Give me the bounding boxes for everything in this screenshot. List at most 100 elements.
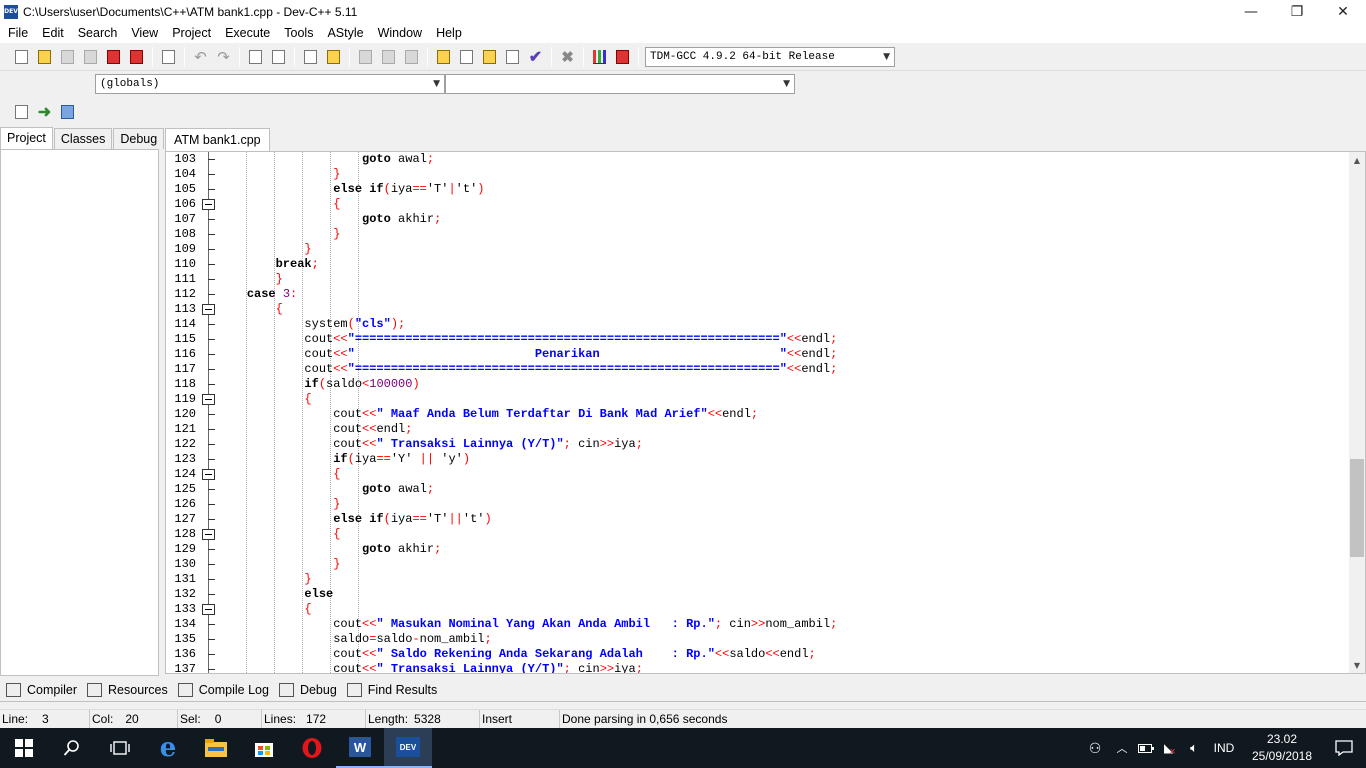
find-icon[interactable] bbox=[246, 47, 266, 67]
windows-start-icon[interactable] bbox=[0, 728, 48, 768]
action-center-icon[interactable] bbox=[1322, 728, 1366, 768]
code-line[interactable]: case 3: bbox=[218, 287, 1349, 302]
code-line[interactable]: { bbox=[218, 392, 1349, 407]
code-line[interactable]: system("cls"); bbox=[218, 317, 1349, 332]
menu-execute[interactable]: Execute bbox=[218, 26, 277, 40]
code-line[interactable]: goto awal; bbox=[218, 482, 1349, 497]
code-editor[interactable]: 103 104 105 106 107 108 109 110 111 112 113 114 115 1… bbox=[165, 151, 1366, 674]
compiler-select[interactable]: TDM-GCC 4.9.2 64-bit Release ▼ bbox=[645, 46, 895, 67]
run-icon[interactable] bbox=[457, 47, 477, 67]
code-line[interactable]: cout<<" Masukan Nominal Yang Akan Anda A… bbox=[218, 617, 1349, 632]
menu-help[interactable]: Help bbox=[429, 26, 469, 40]
close-button[interactable]: ✕ bbox=[1320, 0, 1366, 23]
network-disconnected-icon[interactable]: ◣ ✕ bbox=[1158, 728, 1182, 768]
tab-classes[interactable]: Classes bbox=[53, 128, 113, 149]
file-explorer-icon[interactable] bbox=[192, 728, 240, 768]
code-line[interactable]: goto akhir; bbox=[218, 542, 1349, 557]
code-line[interactable]: cout<<" Transaksi Lainnya (Y/T)"; cin>>i… bbox=[218, 437, 1349, 452]
code-line[interactable]: if(saldo<100000) bbox=[218, 377, 1349, 392]
task-view-icon[interactable] bbox=[96, 728, 144, 768]
code-line[interactable]: { bbox=[218, 467, 1349, 482]
scroll-up-icon[interactable]: ▲ bbox=[1349, 152, 1365, 168]
devcpp-taskbar-icon[interactable]: DEV bbox=[384, 728, 432, 768]
code-line[interactable]: else if(iya=='T'|'t') bbox=[218, 182, 1349, 197]
store-icon[interactable] bbox=[240, 728, 288, 768]
goto-line-icon[interactable] bbox=[301, 47, 321, 67]
project-tree[interactable] bbox=[0, 149, 159, 676]
people-icon[interactable]: ⚇ bbox=[1080, 728, 1110, 768]
redo-icon[interactable]: ↷ bbox=[214, 47, 234, 67]
search-icon[interactable] bbox=[48, 728, 96, 768]
volume-icon[interactable]: 🔈︎ bbox=[1182, 728, 1206, 768]
opera-browser-icon[interactable] bbox=[288, 728, 336, 768]
menu-view[interactable]: View bbox=[124, 26, 165, 40]
print-icon[interactable] bbox=[159, 47, 179, 67]
code-line[interactable]: if(iya=='Y' || 'y') bbox=[218, 452, 1349, 467]
scroll-down-icon[interactable]: ▼ bbox=[1349, 657, 1365, 673]
scrollbar-thumb[interactable] bbox=[1350, 459, 1364, 557]
close-file-icon[interactable] bbox=[104, 47, 124, 67]
open-file-icon[interactable] bbox=[35, 47, 55, 67]
code-line[interactable]: cout<<"=================================… bbox=[218, 332, 1349, 347]
code-line[interactable]: { bbox=[218, 602, 1349, 617]
new-project-icon[interactable] bbox=[12, 102, 32, 122]
code-line[interactable]: cout<<" Penarikan "<<endl; bbox=[218, 347, 1349, 362]
save-all-icon[interactable] bbox=[81, 47, 101, 67]
menu-astyle[interactable]: AStyle bbox=[320, 26, 370, 40]
tab-debug-output[interactable]: Debug bbox=[278, 683, 337, 697]
code-line[interactable]: saldo=saldo-nom_ambil; bbox=[218, 632, 1349, 647]
clock[interactable]: 23.02 25/09/2018 bbox=[1242, 731, 1322, 765]
code-line[interactable]: cout<<"=================================… bbox=[218, 362, 1349, 377]
menu-project[interactable]: Project bbox=[165, 26, 218, 40]
word-icon[interactable]: W bbox=[336, 728, 384, 768]
fold-collapse-icon[interactable] bbox=[202, 529, 215, 540]
menu-search[interactable]: Search bbox=[71, 26, 125, 40]
stop-execution-icon[interactable]: ✖ bbox=[558, 47, 578, 67]
unindent-icon[interactable] bbox=[356, 47, 376, 67]
tab-compile-log[interactable]: Compile Log bbox=[177, 683, 269, 697]
maximize-button[interactable]: ❐ bbox=[1274, 0, 1320, 23]
code-line[interactable]: { bbox=[218, 197, 1349, 212]
tab-compiler[interactable]: Compiler bbox=[6, 683, 77, 697]
minimize-button[interactable]: — bbox=[1228, 0, 1274, 23]
code-line[interactable]: { bbox=[218, 302, 1349, 317]
compile-icon[interactable] bbox=[434, 47, 454, 67]
menu-file[interactable]: File bbox=[1, 26, 35, 40]
code-line[interactable]: } bbox=[218, 557, 1349, 572]
save-icon[interactable] bbox=[58, 47, 78, 67]
code-line[interactable]: { bbox=[218, 527, 1349, 542]
fold-collapse-icon[interactable] bbox=[202, 469, 215, 480]
code-line[interactable]: cout<<" Maaf Anda Belum Terdaftar Di Ban… bbox=[218, 407, 1349, 422]
code-text[interactable]: goto awal; } else if(iya=='T'|'t') { got… bbox=[218, 152, 1349, 673]
code-line[interactable]: } bbox=[218, 167, 1349, 182]
fold-collapse-icon[interactable] bbox=[202, 394, 215, 405]
bookmark-icon[interactable] bbox=[324, 47, 344, 67]
code-line[interactable]: break; bbox=[218, 257, 1349, 272]
new-file-icon[interactable] bbox=[12, 47, 32, 67]
fold-collapse-icon[interactable] bbox=[202, 604, 215, 615]
code-line[interactable]: cout<<" Transaksi Lainnya (Y/T)"; cin>>i… bbox=[218, 662, 1349, 673]
battery-icon[interactable] bbox=[1134, 728, 1158, 768]
syntax-check-icon[interactable]: ✔ bbox=[526, 47, 546, 67]
code-line[interactable]: cout<<" Saldo Rekening Anda Sekarang Ada… bbox=[218, 647, 1349, 662]
fold-collapse-icon[interactable] bbox=[202, 304, 215, 315]
fold-margin[interactable] bbox=[202, 152, 216, 673]
rebuild-all-icon[interactable] bbox=[503, 47, 523, 67]
edge-browser-icon[interactable]: e bbox=[144, 728, 192, 768]
add-to-project-icon[interactable]: ➜ bbox=[35, 102, 55, 122]
code-line[interactable]: } bbox=[218, 497, 1349, 512]
indent-icon[interactable] bbox=[379, 47, 399, 67]
editor-tab-atm-bank1[interactable]: ATM bank1.cpp bbox=[165, 128, 270, 151]
tab-debug[interactable]: Debug bbox=[113, 128, 165, 149]
member-select[interactable]: ▼ bbox=[445, 74, 795, 94]
replace-icon[interactable] bbox=[269, 47, 289, 67]
close-all-icon[interactable] bbox=[127, 47, 147, 67]
remove-from-project-icon[interactable] bbox=[58, 102, 78, 122]
scope-select[interactable]: (globals) ▼ bbox=[95, 74, 445, 94]
code-line[interactable]: cout<<endl; bbox=[218, 422, 1349, 437]
undo-icon[interactable]: ↶ bbox=[191, 47, 211, 67]
language-indicator[interactable]: IND bbox=[1206, 741, 1242, 755]
code-line[interactable]: } bbox=[218, 242, 1349, 257]
compile-run-icon[interactable] bbox=[480, 47, 500, 67]
code-line[interactable]: goto awal; bbox=[218, 152, 1349, 167]
